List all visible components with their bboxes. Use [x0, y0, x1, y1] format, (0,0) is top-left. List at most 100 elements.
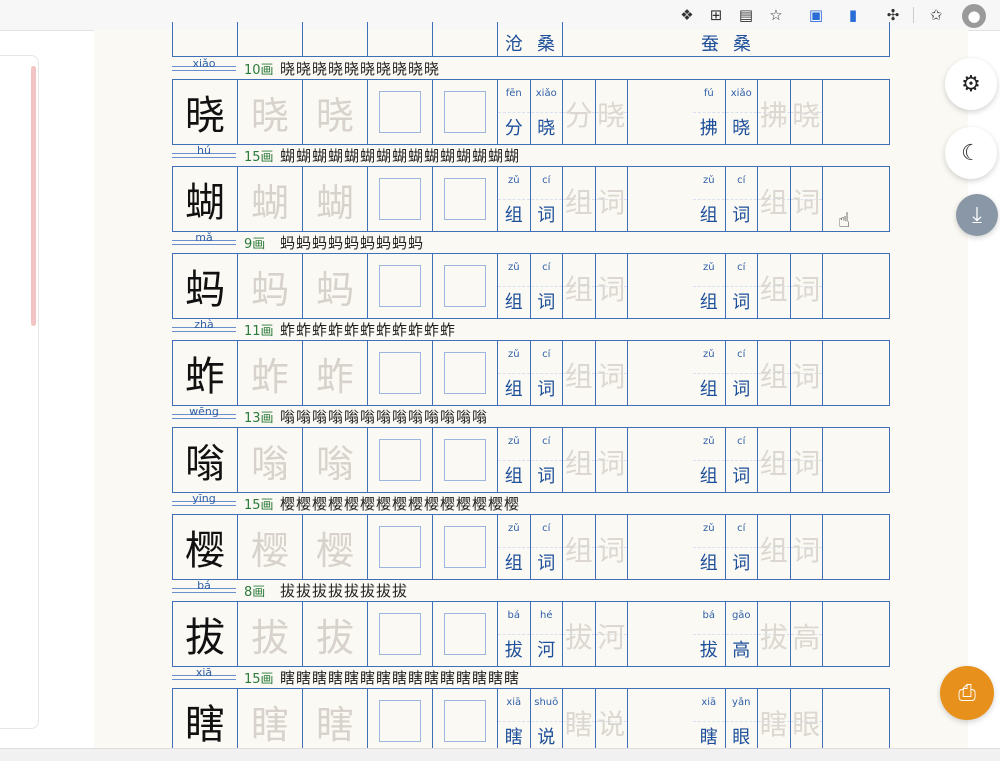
trace-word-cell[interactable]: 分	[563, 80, 596, 144]
trace-word-cell[interactable]: 组	[563, 167, 596, 231]
empty-practice-cell[interactable]	[368, 167, 433, 231]
partial-char-row: 沧桑蚕桑	[172, 22, 890, 57]
trace-word-cell[interactable]: 组	[563, 341, 596, 405]
word-cell: zǔ 组	[693, 167, 726, 231]
trace-char-cell[interactable]: 蚂	[303, 254, 368, 318]
trace-word-cell[interactable]: 高	[790, 602, 823, 666]
trace-word-cell[interactable]: 拔	[563, 602, 596, 666]
word-cell: yǎn 眼	[725, 689, 758, 753]
trace-word-cell[interactable]: 词	[595, 341, 628, 405]
stroke-order-sequence: 嗡嗡嗡嗡嗡嗡嗡嗡嗡嗡嗡嗡嗡	[280, 408, 489, 426]
empty-practice-cell[interactable]	[368, 515, 433, 579]
word-cell: xiā 瞎	[693, 689, 726, 753]
trace-word-cell[interactable]: 晓	[790, 80, 823, 144]
trace-word-cell[interactable]: 组	[563, 515, 596, 579]
trace-word-cell[interactable]: 瞎	[758, 689, 791, 753]
trace-word-cell[interactable]: 组	[563, 428, 596, 492]
row-pinyin: yīng	[192, 492, 216, 505]
empty-practice-cell[interactable]	[433, 341, 498, 405]
trace-char-cell[interactable]: 樱	[238, 515, 303, 579]
word-char: 组	[504, 292, 523, 313]
trace-word-cell[interactable]: 眼	[790, 689, 823, 753]
word-char: 组	[504, 379, 523, 400]
trace-char-cell[interactable]: 蚱	[303, 341, 368, 405]
trace-char-cell[interactable]: 拔	[303, 602, 368, 666]
trace-char-cell[interactable]: 拔	[238, 602, 303, 666]
word-char: 词	[537, 553, 556, 574]
trace-char-cell[interactable]: 嗡	[303, 428, 368, 492]
empty-practice-cell[interactable]	[368, 80, 433, 144]
trace-word-cell[interactable]: 组	[758, 428, 791, 492]
word-pinyin: cí	[542, 436, 551, 447]
empty-practice-cell[interactable]	[368, 689, 433, 753]
cell-midline	[498, 721, 530, 722]
trace-char-cell[interactable]: 蝴	[238, 167, 303, 231]
word-pinyin: zǔ	[702, 262, 715, 273]
empty-practice-cell[interactable]	[368, 602, 433, 666]
empty-practice-cell[interactable]	[433, 167, 498, 231]
trace-word-char: 组	[759, 447, 788, 480]
theme-toggle-button[interactable]: ☾	[945, 127, 997, 179]
empty-practice-cell[interactable]	[433, 515, 498, 579]
trace-word-cell[interactable]: 词	[790, 515, 823, 579]
word-cell: fēn 分	[498, 80, 531, 144]
trace-char-cell[interactable]: 蚱	[238, 341, 303, 405]
word-pinyin: cí	[737, 523, 746, 534]
trace-word-char: 词	[792, 447, 821, 480]
settings-button[interactable]: ⚙	[945, 58, 997, 110]
trace-word-cell[interactable]: 瞎	[563, 689, 596, 753]
cell-midline	[693, 721, 725, 722]
empty-practice-cell[interactable]	[433, 80, 498, 144]
trace-word-cell[interactable]: 河	[595, 602, 628, 666]
empty-practice-cell[interactable]	[368, 428, 433, 492]
trace-word-cell[interactable]: 词	[790, 428, 823, 492]
word-char: 组	[699, 553, 718, 574]
trace-word-cell[interactable]: 拂	[758, 80, 791, 144]
trace-char-cell[interactable]: 樱	[303, 515, 368, 579]
trace-word-cell[interactable]: 组	[758, 254, 791, 318]
trace-char-cell[interactable]: 瞎	[303, 689, 368, 753]
practice-box	[444, 178, 486, 220]
trace-word-cell[interactable]: 说	[595, 689, 628, 753]
trace-word-char: 说	[597, 708, 626, 741]
trace-word-char: 组	[564, 360, 593, 393]
word-pinyin: zǔ	[507, 436, 520, 447]
print-button[interactable]: ⎙	[940, 666, 994, 720]
empty-practice-cell[interactable]	[433, 602, 498, 666]
stroke-order-sequence: 蚂蚂蚂蚂蚂蚂蚂蚂蚂	[280, 234, 425, 252]
trace-word-cell[interactable]: 词	[595, 254, 628, 318]
download-button[interactable]: ⤓	[956, 194, 998, 236]
trace-word-cell[interactable]: 拔	[758, 602, 791, 666]
word-cell: zǔ 组	[498, 254, 531, 318]
grid-cell	[173, 22, 238, 56]
trace-word-cell[interactable]: 组	[758, 167, 791, 231]
stroke-count: 15画	[244, 498, 274, 513]
char-practice-row: 蝴蝴蝴 zǔ 组 cí 词组词 zǔ 组 cí 词组词	[172, 166, 890, 232]
empty-practice-cell[interactable]	[368, 341, 433, 405]
horizontal-scrollbar[interactable]	[0, 748, 1000, 761]
trace-word-cell[interactable]: 晓	[595, 80, 628, 144]
trace-word-cell[interactable]: 词	[790, 167, 823, 231]
trace-char-cell[interactable]: 瞎	[238, 689, 303, 753]
trace-word-cell[interactable]: 组	[563, 254, 596, 318]
trace-word-cell[interactable]: 组	[758, 515, 791, 579]
trace-char-cell[interactable]: 嗡	[238, 428, 303, 492]
trace-char-cell[interactable]: 蚂	[238, 254, 303, 318]
cell-midline	[725, 112, 757, 113]
trace-word-cell[interactable]: 组	[758, 341, 791, 405]
empty-practice-cell[interactable]	[433, 254, 498, 318]
empty-practice-cell[interactable]	[433, 689, 498, 753]
trace-word-cell[interactable]: 词	[790, 254, 823, 318]
cell-midline	[498, 286, 530, 287]
trace-word-cell[interactable]: 词	[595, 167, 628, 231]
trace-char-cell[interactable]: 晓	[238, 80, 303, 144]
empty-practice-cell[interactable]	[433, 428, 498, 492]
trace-word-cell[interactable]: 词	[790, 341, 823, 405]
trace-word-cell[interactable]: 词	[595, 515, 628, 579]
empty-practice-cell[interactable]	[368, 254, 433, 318]
trace-char-cell[interactable]: 晓	[303, 80, 368, 144]
word-cell: xiǎo 晓	[725, 80, 758, 144]
trace-word-cell[interactable]: 词	[595, 428, 628, 492]
word-char: 说	[537, 727, 556, 748]
trace-char-cell[interactable]: 蝴	[303, 167, 368, 231]
